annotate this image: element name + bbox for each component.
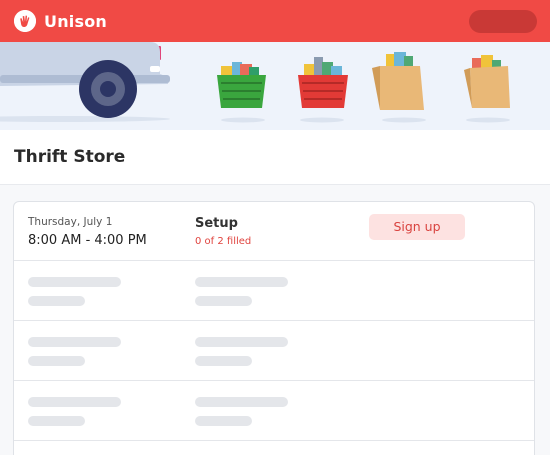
illustration-banner (0, 42, 550, 130)
top-bar: Unison (0, 0, 550, 42)
placeholder-line (195, 337, 288, 347)
placeholder-line (28, 337, 121, 347)
grocery-bag-icon (464, 55, 510, 108)
red-basket-icon (298, 57, 348, 108)
content-area: Thursday, July 1 8:00 AM - 4:00 PM Setup… (0, 185, 550, 455)
ground-shadow (221, 117, 265, 123)
shift-card: Thursday, July 1 8:00 AM - 4:00 PM Setup… (13, 201, 535, 455)
placeholder-line (28, 277, 121, 287)
brand[interactable]: Unison (14, 9, 107, 33)
user-menu-button[interactable] (469, 10, 537, 33)
car-icon (0, 42, 170, 118)
ground-shadow (382, 117, 426, 123)
ground-shadow (0, 116, 170, 122)
role-status: 0 of 2 filled (195, 236, 252, 247)
placeholder-row (14, 321, 534, 381)
placeholder-line (195, 416, 252, 426)
sign-up-button[interactable]: Sign up (369, 214, 465, 240)
placeholder-row (14, 381, 534, 441)
grocery-bag-icon (372, 52, 424, 110)
placeholder-line (195, 277, 288, 287)
role-name: Setup (195, 216, 238, 231)
brand-name: Unison (44, 11, 107, 31)
placeholder-line (195, 356, 252, 366)
placeholder-line (195, 397, 288, 407)
page-title: Thrift Store (14, 147, 126, 167)
placeholder-line (28, 296, 85, 306)
shift-date: Thursday, July 1 (28, 216, 113, 228)
ground-shadow (466, 117, 510, 123)
page-header: Thrift Store (0, 130, 550, 185)
banner-illustration (0, 42, 510, 123)
green-basket-icon (217, 62, 266, 108)
brand-logo-icon (14, 10, 36, 32)
placeholder-line (28, 416, 85, 426)
ground-shadow (300, 117, 344, 123)
shift-row: Thursday, July 1 8:00 AM - 4:00 PM Setup… (14, 202, 534, 261)
placeholder-line (28, 356, 85, 366)
placeholder-line (195, 296, 252, 306)
shift-time: 8:00 AM - 4:00 PM (28, 233, 147, 248)
placeholder-line (28, 397, 121, 407)
placeholder-row (14, 261, 534, 321)
